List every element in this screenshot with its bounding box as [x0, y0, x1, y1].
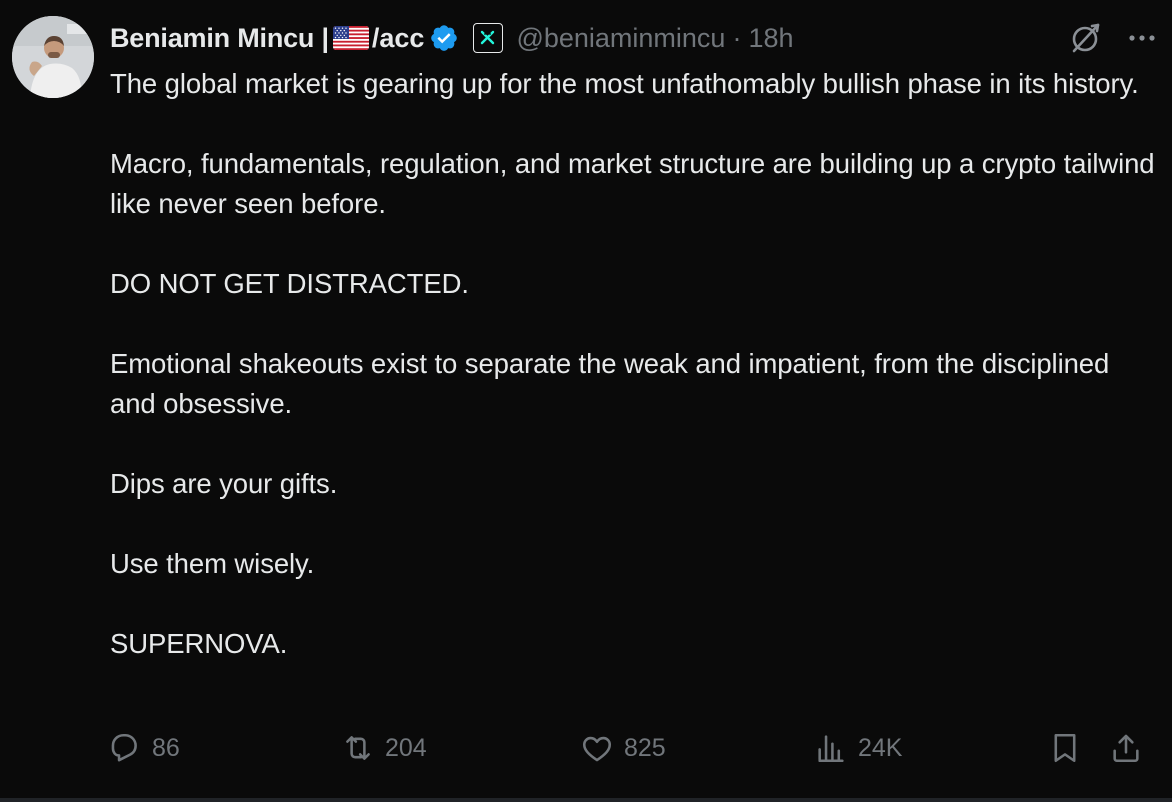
author-handle[interactable]: @beniaminmincu [516, 23, 725, 54]
post-time[interactable]: 18h [748, 23, 793, 54]
tweet-paragraph: Emotional shakeouts exist to separate th… [110, 348, 1117, 419]
verified-badge-icon[interactable] [429, 23, 459, 53]
more-options-icon[interactable] [1124, 20, 1160, 56]
grok-icon[interactable] [1068, 20, 1104, 56]
views-count: 24K [858, 733, 903, 762]
repost-button[interactable]: 204 [341, 726, 427, 770]
views-chart-icon [818, 735, 844, 763]
avatar[interactable] [12, 16, 94, 98]
tweet-paragraph: SUPERNOVA. [110, 628, 288, 659]
reply-button[interactable]: 86 [108, 726, 180, 770]
tweet[interactable]: Beniamin Mincu | /acc @beniaminmincu · 1… [0, 0, 1172, 802]
display-name-suffix[interactable]: /acc [372, 23, 425, 54]
repost-icon [346, 736, 370, 760]
reply-count: 86 [152, 733, 180, 762]
tweet-paragraph: Dips are your gifts. [110, 468, 338, 499]
like-count: 825 [624, 733, 666, 762]
share-icon [1113, 734, 1139, 763]
tweet-paragraph: The global market is gearing up for the … [110, 68, 1139, 99]
multiversx-logo-icon[interactable] [473, 23, 504, 53]
heart-icon [582, 736, 612, 762]
tweet-actions: 86 204 825 24K [108, 726, 1148, 770]
tweet-header: Beniamin Mincu | /acc @beniaminmincu · 1… [110, 18, 1162, 58]
share-button[interactable] [1109, 726, 1143, 770]
reply-icon [111, 733, 137, 762]
bookmark-button[interactable] [1048, 726, 1082, 770]
views-button[interactable]: 24K [814, 726, 902, 770]
tweet-paragraph: Use them wisely. [110, 548, 315, 579]
tweet-text: The global market is gearing up for the … [110, 64, 1155, 704]
us-flag-icon [332, 26, 369, 50]
display-name[interactable]: Beniamin Mincu | [110, 23, 329, 54]
bookmark-icon [1054, 733, 1076, 763]
separator-dot: · [732, 22, 742, 53]
repost-count: 204 [385, 733, 427, 762]
tweet-paragraph: Macro, fundamentals, regulation, and mar… [110, 148, 1163, 219]
divider [0, 798, 1172, 802]
like-button[interactable]: 825 [580, 726, 666, 770]
header-actions [1068, 20, 1160, 56]
tweet-paragraph: DO NOT GET DISTRACTED. [110, 268, 469, 299]
